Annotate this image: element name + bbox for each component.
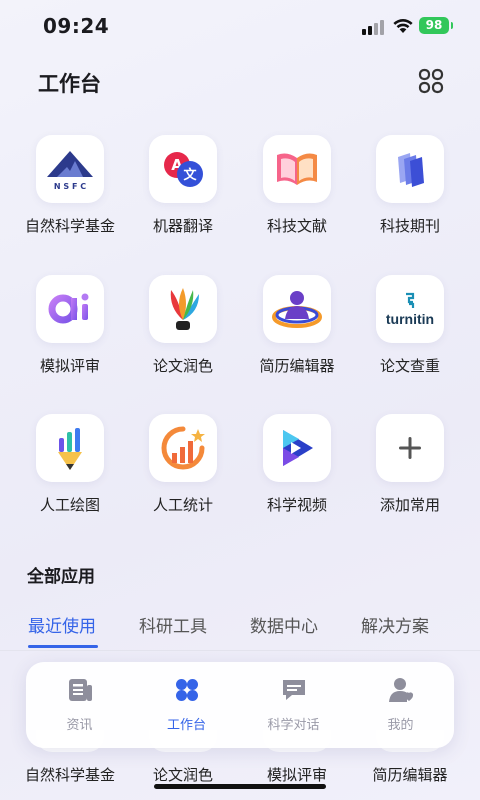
- app-label: 机器翻译: [152, 217, 213, 235]
- app-plagiarism-check[interactable]: turnitin 论文查重: [350, 275, 470, 376]
- peek-app-label[interactable]: 自然科学基金: [10, 764, 130, 785]
- nav-label: 资讯: [66, 718, 93, 733]
- svg-text:N S F C: N S F C: [54, 182, 86, 191]
- video-play-icon: [263, 414, 331, 482]
- app-statistics[interactable]: 人工统计: [123, 414, 243, 515]
- grid-menu-icon[interactable]: [418, 68, 444, 94]
- app-label: 添加常用: [379, 496, 440, 514]
- tab-solutions[interactable]: 解决方案: [361, 612, 429, 637]
- peek-app-label[interactable]: 简历编辑器: [350, 764, 470, 785]
- status-time: 09:24: [43, 14, 110, 38]
- chat-icon: [283, 680, 305, 700]
- turnitin-logo-text: turnitin: [385, 310, 435, 327]
- app-video[interactable]: 科学视频: [237, 414, 357, 515]
- tab-research-tools[interactable]: 科研工具: [139, 612, 207, 637]
- signal-icon: [362, 19, 386, 35]
- resume-person-icon: [263, 275, 331, 343]
- chart-pencil-icon: [36, 414, 104, 482]
- app-mock-review[interactable]: 模拟评审: [10, 275, 130, 376]
- journal-stack-icon: [376, 135, 444, 203]
- quill-pen-icon: [149, 275, 217, 343]
- app-label: 论文润色: [152, 357, 213, 375]
- app-drawing[interactable]: 人工绘图: [10, 414, 130, 515]
- peek-app-label[interactable]: 模拟评审: [237, 764, 357, 785]
- app-label: 人工统计: [152, 496, 213, 514]
- app-add-favorite[interactable]: 添加常用: [350, 414, 470, 515]
- page-title: 工作台: [38, 72, 101, 96]
- open-book-icon: [263, 135, 331, 203]
- app-label: 论文查重: [379, 357, 440, 375]
- turnitin-logo-icon: turnitin: [376, 275, 444, 343]
- nav-item-news[interactable]: 资讯: [26, 662, 133, 748]
- ai-logo-icon: [36, 275, 104, 343]
- profile-icon: [389, 678, 414, 702]
- nav-label: 我的: [387, 718, 414, 733]
- nsfc-logo-icon: N S F C: [36, 135, 104, 203]
- plus-icon: [376, 414, 444, 482]
- news-icon: [69, 679, 92, 701]
- tab-recent[interactable]: 最近使用: [28, 612, 96, 637]
- battery-indicator: 98: [419, 17, 453, 34]
- stats-runner-icon: [149, 414, 217, 482]
- nav-item-workbench[interactable]: 工作台: [133, 662, 240, 748]
- app-label: 科技期刊: [379, 217, 440, 235]
- status-bar: 09:24 98: [0, 0, 480, 54]
- app-translate[interactable]: A 文 机器翻译: [123, 135, 243, 236]
- peek-app-label[interactable]: 论文润色: [123, 764, 243, 785]
- translate-icon: A 文: [149, 135, 217, 203]
- app-resume[interactable]: 简历编辑器: [237, 275, 357, 376]
- divider: [0, 650, 480, 651]
- tab-data-center[interactable]: 数据中心: [250, 612, 318, 637]
- app-label: 模拟评审: [39, 357, 100, 375]
- app-journal[interactable]: 科技期刊: [350, 135, 470, 236]
- category-tabs: 最近使用 科研工具 数据中心 解决方案: [0, 612, 480, 652]
- nav-label: 科学对话: [267, 718, 320, 733]
- app-nsfc[interactable]: N S F C 自然科学基金: [10, 135, 130, 236]
- app-label: 简历编辑器: [259, 357, 335, 375]
- workbench-icon: [176, 679, 198, 701]
- app-label: 科学视频: [266, 496, 327, 514]
- nav-label: 工作台: [166, 718, 206, 733]
- svg-text:文: 文: [183, 167, 197, 183]
- app-label: 人工绘图: [39, 496, 100, 514]
- app-label: 自然科学基金: [24, 217, 115, 235]
- nav-item-profile[interactable]: 我的: [347, 662, 454, 748]
- nav-item-chat[interactable]: 科学对话: [240, 662, 347, 748]
- tab-active-indicator: [28, 645, 98, 648]
- app-polish[interactable]: 论文润色: [123, 275, 243, 376]
- app-label: 科技文献: [266, 217, 327, 235]
- bottom-nav: 资讯 工作台 科学对话 我的: [26, 662, 454, 748]
- home-indicator[interactable]: [154, 784, 326, 789]
- section-title-all-apps: 全部应用: [27, 567, 95, 587]
- wifi-icon: [393, 19, 413, 33]
- app-literature[interactable]: 科技文献: [237, 135, 357, 236]
